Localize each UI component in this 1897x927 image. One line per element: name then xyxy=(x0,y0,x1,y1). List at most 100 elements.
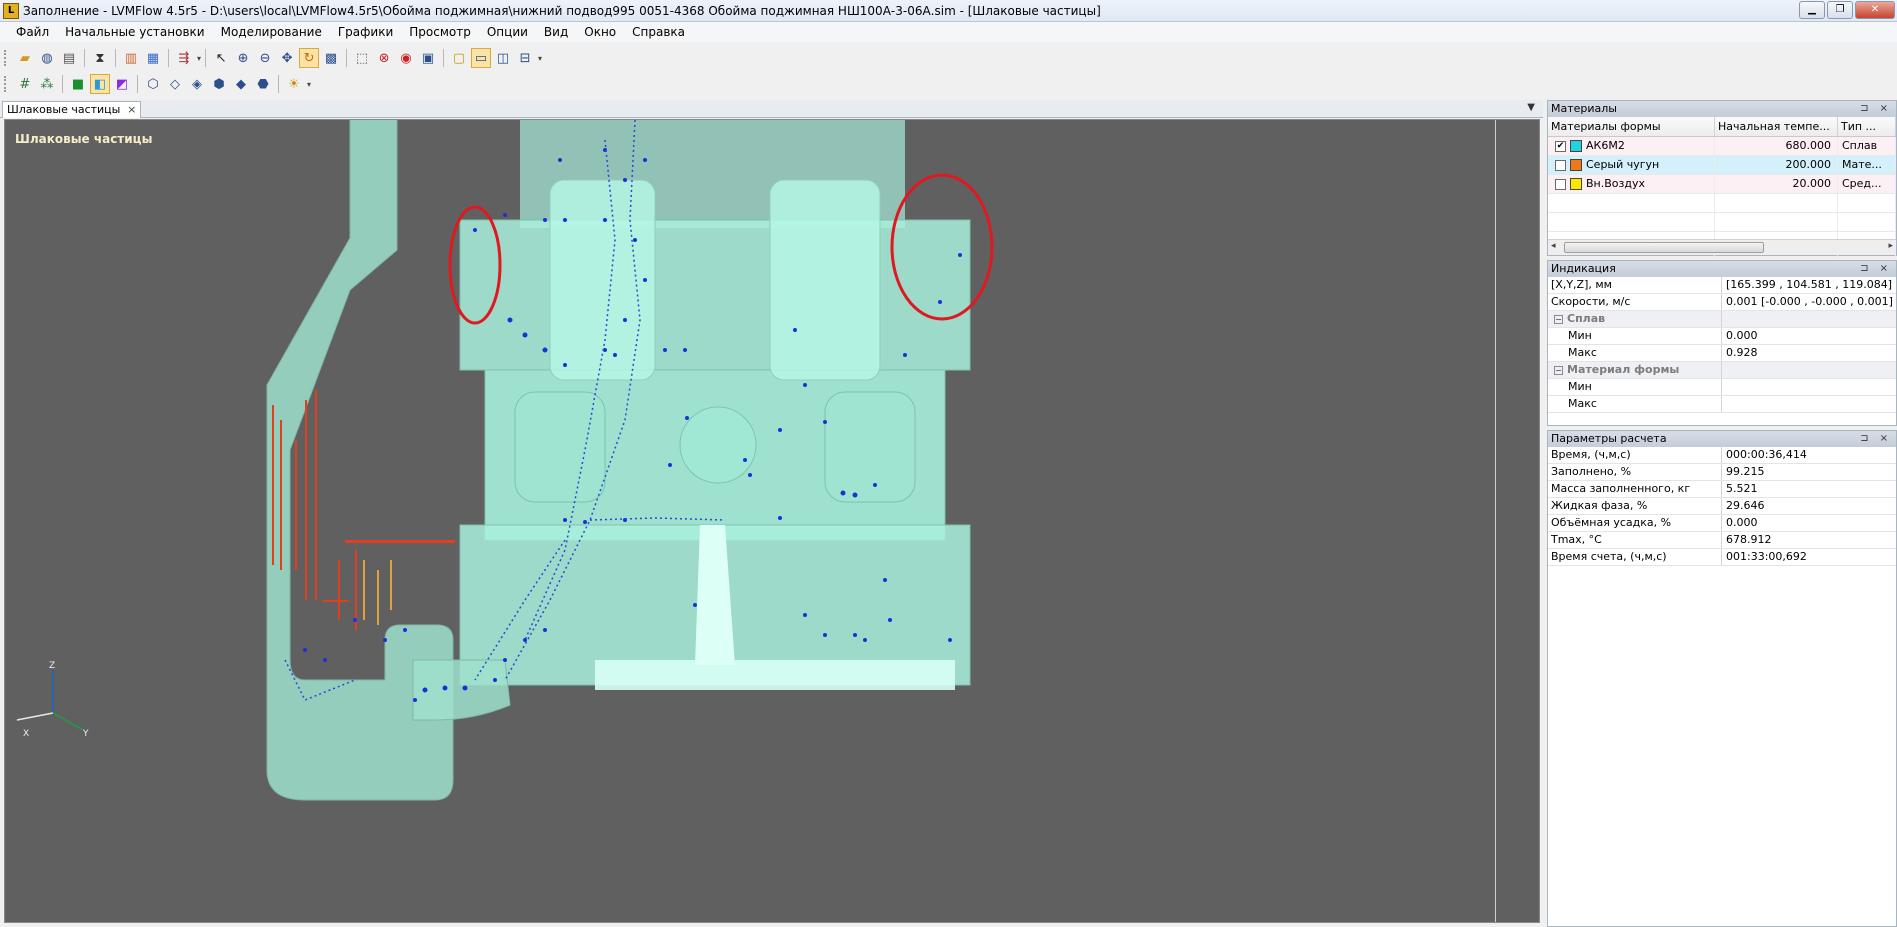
close-tab-icon[interactable]: × xyxy=(127,102,136,117)
param-value: 678.912 xyxy=(1726,533,1772,546)
calc-param-row: Объёмная усадка, % 0.000 xyxy=(1548,515,1896,532)
export-icon[interactable]: ⇶ xyxy=(174,48,194,68)
cube-left-icon[interactable]: ◇ xyxy=(165,74,185,94)
open-folder-icon[interactable]: ▰ xyxy=(15,48,35,68)
material-checkbox[interactable] xyxy=(1555,178,1566,190)
cube-right-icon[interactable]: ◈ xyxy=(187,74,207,94)
collapse-icon[interactable]: − xyxy=(1554,315,1563,324)
panel-pin-close-icon[interactable]: ⊐ × xyxy=(1860,431,1892,447)
collapse-icon[interactable]: − xyxy=(1554,366,1563,375)
toolbar-grip[interactable] xyxy=(4,76,8,92)
cube-top-icon[interactable]: ⬢ xyxy=(209,74,229,94)
pan-icon[interactable]: ✥ xyxy=(277,48,297,68)
mold-color-icon[interactable]: ◧ xyxy=(90,74,110,94)
menu-modeling[interactable]: Моделирование xyxy=(213,25,330,39)
material-temp: 680.000 xyxy=(1715,137,1838,155)
minimize-button[interactable]: ▁ xyxy=(1799,1,1825,19)
material-color-swatch[interactable] xyxy=(1570,140,1582,152)
bar-chart-icon[interactable]: ▥ xyxy=(121,48,141,68)
col-initial-temp[interactable]: Начальная темпе... xyxy=(1715,117,1838,136)
restore-button[interactable]: ❐ xyxy=(1827,1,1853,19)
menu-file[interactable]: Файл xyxy=(8,25,57,39)
pocket-right xyxy=(824,391,916,503)
rotate-icon[interactable]: ↻ xyxy=(299,48,320,68)
scroll-left-icon[interactable]: ◂ xyxy=(1551,241,1556,251)
property-key: Материал формы xyxy=(1567,363,1680,376)
light-icon[interactable]: ☀ xyxy=(284,74,304,94)
menu-view[interactable]: Вид xyxy=(536,25,576,39)
hourglass-icon[interactable]: ⧗ xyxy=(90,48,110,68)
window-icon[interactable]: ▣ xyxy=(418,48,438,68)
calc-param-row: Время, (ч,м,с) 000:00:36,414 xyxy=(1548,447,1896,464)
material-row[interactable]: Вн.Воздух 20.000 Сред... xyxy=(1548,175,1896,194)
cube-iso-icon[interactable]: ⬣ xyxy=(253,74,273,94)
property-group[interactable]: − Материал формы xyxy=(1548,362,1896,379)
material-checkbox[interactable]: ✔ xyxy=(1555,140,1566,152)
cube-front-icon[interactable]: ⬡ xyxy=(143,74,163,94)
property-key: Мин xyxy=(1568,329,1592,342)
toolbar-main: ▰ ◍ ▤ ⧗ ▥ ▦ ⇶ ▾ ↖ ⊕ ⊖ ✥ ↻ ▩ ⬚ ⊗ ◉ ▣ ▢ ▭ … xyxy=(0,46,543,70)
menu-window[interactable]: Окно xyxy=(576,25,624,39)
property-value xyxy=(1722,379,1896,395)
points-icon[interactable]: ⁂ xyxy=(37,74,57,94)
mesh-icon[interactable]: # xyxy=(15,74,35,94)
title-bar: L Заполнение - LVMFlow 4.5r5 - D:\users\… xyxy=(0,0,1897,22)
globe-icon[interactable]: ◍ xyxy=(37,48,57,68)
grid-icon[interactable]: ▩ xyxy=(321,48,341,68)
material-row[interactable]: Серый чугун 200.000 Мате... xyxy=(1548,156,1896,175)
menu-view-results[interactable]: Просмотр xyxy=(401,25,479,39)
toolbar-view: # ⁂ ■ ◧ ◩ ⬡ ◇ ◈ ⬢ ◆ ⬣ ☀ ▾ xyxy=(0,72,312,96)
materials-hscrollbar[interactable]: ◂ ▸ xyxy=(1548,239,1896,255)
new-page-icon[interactable]: ▢ xyxy=(449,48,469,68)
empty-row xyxy=(1548,194,1896,213)
toolbar-grip[interactable] xyxy=(4,50,8,66)
split-vertical-icon[interactable]: ◫ xyxy=(493,48,513,68)
clear-selection-icon[interactable]: ⊗ xyxy=(374,48,394,68)
zoom-out-icon[interactable]: ⊖ xyxy=(255,48,275,68)
property-group[interactable]: − Сплав xyxy=(1548,311,1896,328)
axis-y-label: Y xyxy=(82,729,89,739)
materials-panel-header: Материалы ⊐ × xyxy=(1548,101,1896,117)
tab-list-dropdown-icon[interactable]: ▼ xyxy=(1527,102,1535,113)
eye-icon[interactable]: ◉ xyxy=(396,48,416,68)
material-color-swatch[interactable] xyxy=(1570,159,1582,171)
material-checkbox[interactable] xyxy=(1555,159,1566,171)
col-mold-materials[interactable]: Материалы формы xyxy=(1548,117,1715,136)
select-region-icon[interactable]: ⬚ xyxy=(352,48,372,68)
menu-graphs[interactable]: Графики xyxy=(330,25,401,39)
menu-help[interactable]: Справка xyxy=(624,25,693,39)
zoom-in-icon[interactable]: ⊕ xyxy=(233,48,253,68)
3d-viewport[interactable]: Z X Y Шлаковые частицы xyxy=(4,119,1540,923)
lvmflow-app-icon[interactable]: L xyxy=(3,2,19,19)
property-key: Сплав xyxy=(1567,312,1606,325)
solid-color-icon[interactable]: ■ xyxy=(68,74,88,94)
scroll-thumb[interactable] xyxy=(1564,242,1764,253)
material-row[interactable]: ✔ АК6М2 680.000 Сплав xyxy=(1548,137,1896,156)
param-key: Масса заполненного, кг xyxy=(1548,481,1722,497)
close-button[interactable]: ✕ xyxy=(1855,1,1895,19)
param-key: Жидкая фаза, % xyxy=(1548,498,1722,514)
particles-color-icon[interactable]: ◩ xyxy=(112,74,132,94)
cube-bottom-icon[interactable]: ◆ xyxy=(231,74,251,94)
print-icon[interactable]: ▤ xyxy=(59,48,79,68)
calc-param-row: Время счета, (ч,м,с) 001:33:00,692 xyxy=(1548,549,1896,566)
property-value: 0.001 [-0.000 , -0.000 , 0.001] xyxy=(1726,295,1893,308)
column-chart-icon[interactable]: ▦ xyxy=(143,48,163,68)
window-controls: ▁ ❐ ✕ xyxy=(1799,1,1895,19)
split-horizontal-icon[interactable]: ⊟ xyxy=(515,48,535,68)
col-type[interactable]: Тип ... xyxy=(1838,117,1896,136)
property-row: [X,Y,Z], мм [165.399 , 104.581 , 119.084] xyxy=(1548,277,1896,294)
panel-pin-close-icon[interactable]: ⊐ × xyxy=(1860,261,1892,277)
axis-z-label: Z xyxy=(49,661,55,671)
scroll-right-icon[interactable]: ▸ xyxy=(1888,241,1893,251)
pointer-icon[interactable]: ↖ xyxy=(211,48,231,68)
axis-x-label: X xyxy=(23,729,29,739)
material-name: Вн.Воздух xyxy=(1586,177,1645,190)
boss-right xyxy=(769,179,881,381)
material-color-swatch[interactable] xyxy=(1570,178,1582,190)
tab-slag-particles[interactable]: Шлаковые частицы × xyxy=(2,101,142,118)
menu-initial-settings[interactable]: Начальные установки xyxy=(57,25,212,39)
menu-options[interactable]: Опции xyxy=(479,25,536,39)
single-view-icon[interactable]: ▭ xyxy=(471,48,492,68)
panel-pin-close-icon[interactable]: ⊐ × xyxy=(1860,101,1892,117)
